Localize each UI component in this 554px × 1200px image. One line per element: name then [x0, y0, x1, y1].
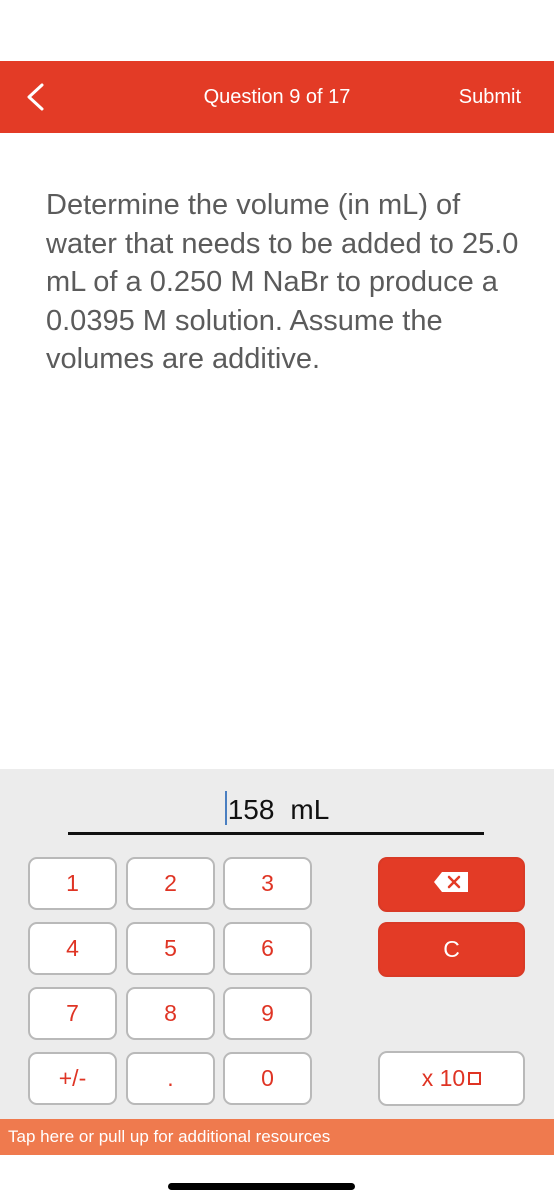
scientific-notation-button[interactable]: x 10 — [378, 1051, 525, 1106]
header-bar: Question 9 of 17 Submit — [0, 61, 554, 133]
answer-field[interactable]: 158 mL — [0, 791, 554, 826]
exponent-box-icon — [468, 1072, 482, 1085]
key-7[interactable]: 7 — [28, 987, 117, 1040]
key-0[interactable]: 0 — [223, 1052, 312, 1105]
key-8[interactable]: 8 — [126, 987, 215, 1040]
text-cursor — [224, 791, 227, 825]
keypad-area: 158 mL 1 2 3 4 5 6 7 8 9 +/- . 0 C x 10 — [0, 769, 554, 1119]
backspace-button[interactable] — [378, 857, 525, 912]
answer-underline — [68, 832, 484, 835]
key-4[interactable]: 4 — [28, 922, 117, 975]
key-plus-minus[interactable]: +/- — [28, 1052, 117, 1105]
key-3[interactable]: 3 — [223, 857, 312, 910]
clear-button[interactable]: C — [378, 922, 525, 977]
key-2[interactable]: 2 — [126, 857, 215, 910]
question-text: Determine the volume (in mL) of water th… — [46, 189, 519, 375]
key-6[interactable]: 6 — [223, 922, 312, 975]
answer-value: 158 — [227, 794, 275, 825]
answer-unit: mL — [290, 794, 330, 825]
backspace-icon — [432, 870, 472, 900]
key-decimal[interactable]: . — [126, 1052, 215, 1105]
submit-button[interactable]: Submit — [459, 86, 521, 109]
key-5[interactable]: 5 — [126, 922, 215, 975]
sci-label: x 10 — [421, 1065, 466, 1091]
key-1[interactable]: 1 — [28, 857, 117, 910]
resources-bar[interactable]: Tap here or pull up for additional resou… — [0, 1119, 554, 1155]
home-indicator[interactable] — [168, 1183, 355, 1190]
key-9[interactable]: 9 — [223, 987, 312, 1040]
